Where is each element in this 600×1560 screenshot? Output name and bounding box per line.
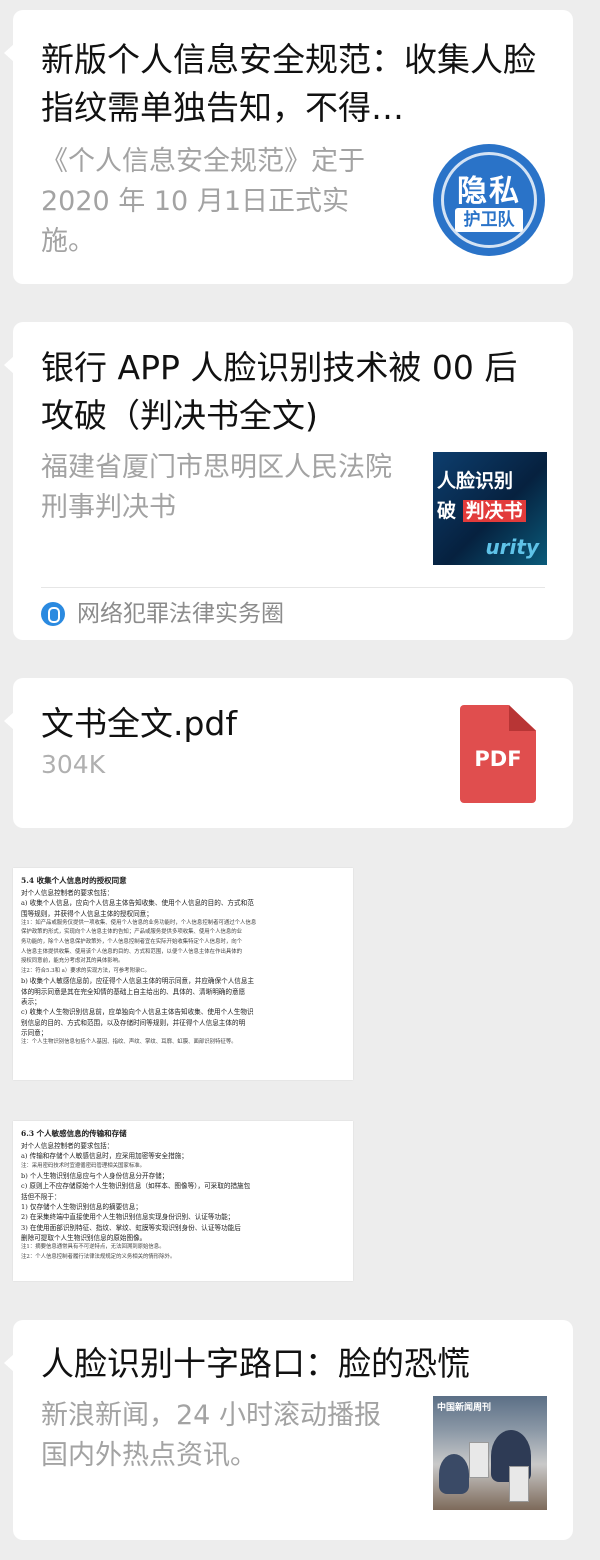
article-title: 人脸识别十字路口：脸的恐慌 [41, 1344, 470, 1383]
document-note: 授权同意前，能充分考虑对其的具体影响。 [21, 958, 124, 965]
document-line: 删除可提取个人生物识别信息的原始图像。 [21, 1233, 147, 1242]
document-line: a) 收集个人信息，应向个人信息主体告知收集、使用个人信息的目的、方式和范 [21, 899, 254, 908]
document-line: 括但不限于： [21, 1192, 61, 1201]
photo-person [439, 1454, 469, 1494]
document-note: 注：个人生物识别信息包括个人基因、指纹、声纹、掌纹、耳廓、虹膜、面部识别特征等。 [21, 1039, 237, 1046]
document-note: 注1：如产品或服务仅提供一项收集、使用个人信息的业务功能时，个人信息控制者可通过… [21, 919, 257, 926]
article-title: 银行 APP 人脸识别技术被 00 后攻破（判决书全文) [41, 348, 518, 435]
document-line: 围等规则，并获得个人信息主体的授权同意； [21, 909, 153, 918]
photo-gate [509, 1466, 529, 1502]
document-note: 注2：符合5.3和 a）要求的实现方法，可参考附录C。 [21, 967, 150, 974]
logo-text-sub: 护卫队 [455, 208, 523, 232]
thumbnail-caption: 中国新闻周刊 [437, 1403, 492, 1413]
document-note: 注1：摘要信息通常具有不可逆特点，无法回溯到原始信息。 [21, 1244, 165, 1251]
logo-text-main: 隐私 [457, 174, 521, 209]
document-note: 保护政策的形式，实现向个人信息主体的告知；产品或服务提供多项收集、使用个人信息的… [21, 929, 243, 936]
document-line: b) 个人生物识别信息应与个人身份信息分开存储； [21, 1172, 169, 1181]
article-description: 新浪新闻，24 小时滚动播报国内外热点资讯。 [41, 1400, 381, 1471]
document-image-consent[interactable]: 5.4 收集个人信息时的授权同意 对个人信息控制者的要求包括： a) 收集个人信… [13, 868, 353, 1080]
file-size: 304K [41, 750, 106, 779]
document-note: 务功能的，除个人信息保护政策外，个人信息控制者宜在实际开始收集特定个人信息时，向… [21, 939, 243, 946]
document-line: 对个人信息控制者的要求包括： [21, 889, 114, 897]
document-line: 1) 仅存储个人生物识别信息的摘要信息； [21, 1203, 142, 1212]
article-card-privacy-spec[interactable]: 新版个人信息安全规范：收集人脸指纹需单独告知，不得… 《个人信息安全规范》定于 … [4, 10, 573, 284]
document-heading: 6.3 个人敏感信息的传输和存储 [21, 1129, 127, 1138]
document-line: 表示； [21, 998, 41, 1007]
document-line: 别信息的目的、方式和范围，以及存储时间等规则，并征得个人信息主体的明 [21, 1018, 246, 1027]
document-line: 3) 在使用面部识别特征、指纹、掌纹、虹膜等实现识别身份、认证等功能后 [21, 1223, 241, 1232]
article-card-bank-face-recognition[interactable]: 银行 APP 人脸识别技术被 00 后攻破（判决书全文) 福建省厦门市思明区人民… [4, 322, 573, 640]
document-line: 体的明示同意是其在完全知情的基础上自主给出的、具体的、清晰明确的意愿 [21, 987, 246, 996]
thumbnail-text-part: 破 [437, 500, 457, 522]
document-note: 注：采用密码技术时宜遵循密码管理相关国家标准。 [21, 1162, 145, 1169]
card-divider [41, 587, 545, 588]
article-thumbnail: 人脸识别 破 判决书 urity [433, 452, 547, 565]
official-account-name[interactable]: 网络犯罪法律实务圈 [77, 598, 284, 630]
document-line: 示同意； [21, 1028, 48, 1037]
document-line: b) 收集个人敏感信息前，应征得个人信息主体的明示同意，并应确保个人信息主 [21, 977, 255, 986]
article-description: 福建省厦门市思明区人民法院刑事判决书 [41, 452, 392, 523]
file-message-card[interactable]: 文书全文.pdf 304K PDF [4, 678, 573, 828]
article-title: 新版个人信息安全规范：收集人脸指纹需单独告知，不得… [41, 40, 536, 127]
document-line: 对个人信息控制者的要求包括： [21, 1142, 114, 1150]
article-card-face-recognition-crossroads[interactable]: 人脸识别十字路口：脸的恐慌 新浪新闻，24 小时滚动播报国内外热点资讯。 中国新… [4, 1320, 573, 1540]
official-account-icon [41, 602, 65, 626]
document-note: 人信息主体提供收集、使用该个人信息的目的、方式和范围，以便个人信息主体在作出具体… [21, 948, 243, 955]
document-line: c) 原则上不应存储原始个人生物识别信息（如样本、图像等），可采取的措施包 [21, 1182, 251, 1191]
pdf-icon-label: PDF [474, 747, 522, 771]
document-heading: 5.4 收集个人信息时的授权同意 [21, 876, 127, 885]
document-line: 2) 在采集终端中直接使用个人生物识别信息实现身份识别、认证等功能； [21, 1213, 235, 1222]
document-note: 注2：个人信息控制者履行法律法规规定的义务相关的情形除外。 [21, 1253, 176, 1260]
article-thumbnail-photo: 中国新闻周刊 [433, 1396, 547, 1510]
thumbnail-text-highlight: 判决书 [462, 500, 526, 522]
article-description: 《个人信息安全规范》定于 2020 年 10 月1日正式实施。 [41, 146, 365, 257]
thumbnail-text-line2: 破 判决书 [437, 496, 526, 523]
document-line: c) 收集个人生物识别信息前，应单独向个人信息主体告知收集、使用个人生物识 [21, 1008, 254, 1017]
document-line: a) 传输和存储个人敏感信息时，应采用加密等安全措施； [21, 1152, 188, 1161]
photo-gate [469, 1442, 489, 1478]
document-image-storage[interactable]: 6.3 个人敏感信息的传输和存储 对个人信息控制者的要求包括： a) 传输和存储… [13, 1121, 353, 1281]
thumbnail-text-line3: urity [485, 535, 539, 559]
thumbnail-text-line1: 人脸识别 [437, 470, 514, 492]
privacy-guard-logo: 隐私 护卫队 [433, 144, 545, 256]
